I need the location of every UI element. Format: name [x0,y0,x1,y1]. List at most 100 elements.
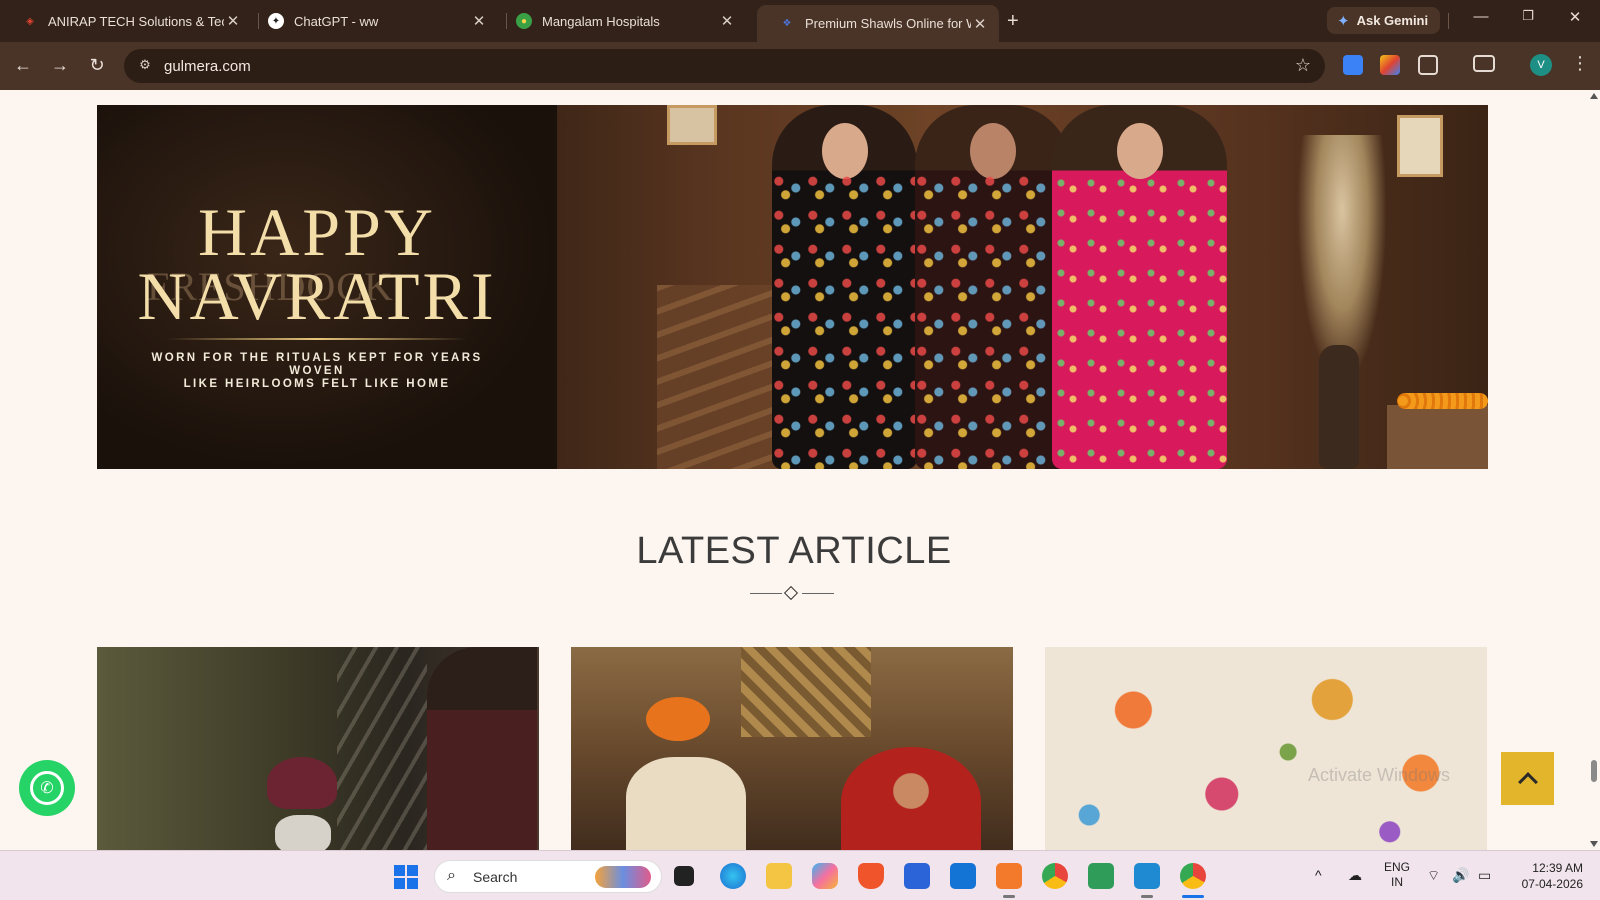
woman-red-dupatta [841,747,981,850]
model-mens-paisley-kurta [915,105,1070,469]
close-icon[interactable]: ✕ [470,12,488,30]
chrome-profile-icon[interactable] [1180,863,1206,889]
banner-headline-navratri: NAVRATRI [137,258,497,334]
file-explorer-icon[interactable] [766,863,792,889]
floral-embroidery-pattern [1045,647,1487,850]
marigold-flowers-image [1397,393,1488,409]
region-code: IN [1391,875,1403,889]
floral-embroidery [1052,170,1227,469]
laravel-icon: ◈ [26,15,34,27]
taskbar-search-label: Search [473,869,518,885]
article-card-1-image[interactable] [97,647,539,850]
divider-line [802,593,834,594]
show-hidden-icons-chevron[interactable]: ^ [1315,867,1322,883]
tab-search-icon[interactable] [1473,55,1495,72]
language-indicator[interactable]: ENG IN [1384,860,1410,890]
close-icon[interactable]: ✕ [224,12,242,30]
battery-icon[interactable]: ▭ [1478,867,1491,884]
back-arrow-icon[interactable]: ← [12,55,34,76]
tab-mangalam-hospitals[interactable]: ● Mangalam Hospitals ✕ [494,6,746,36]
vscode-icon[interactable] [1134,863,1160,889]
orange-turban [646,697,710,741]
floral-embroidery [772,170,917,469]
diamond-icon [783,585,799,601]
gulmera-logo-icon: ❖ [782,18,792,29]
scroll-down-arrow-icon[interactable] [1590,841,1598,847]
xampp-icon[interactable] [996,863,1022,889]
navratri-banner[interactable]: FRESHDOCK HAPPY NAVRATRI WORN FOR THE RI… [97,105,1488,469]
extension-colorpicker-icon[interactable] [1380,55,1400,75]
banner-subtitle-line1: WORN FOR THE RITUALS KEPT FOR YEARS WOVE… [151,352,483,377]
new-tab-button[interactable]: + [1007,10,1019,33]
divider-line [750,593,782,594]
extensions-puzzle-icon[interactable] [1418,55,1438,75]
scroll-up-arrow-icon[interactable] [1590,93,1598,99]
volume-icon[interactable]: 🔊 [1452,867,1469,884]
reload-icon[interactable]: ↻ [86,55,108,76]
close-icon[interactable]: ✕ [971,15,989,33]
browser-toolbar: ← → ↻ ⚙ gulmera.com ☆ V ⋮ [0,42,1600,90]
scrollbar-thumb[interactable] [1591,760,1597,782]
bookmark-star-icon[interactable]: ☆ [1295,55,1311,76]
latest-article-heading: LATEST ARTICLE [636,530,952,572]
address-bar[interactable]: ⚙ gulmera.com ☆ [124,49,1325,83]
taskbar-search[interactable]: ⌕ Search [434,860,662,893]
whatsapp-chat-button[interactable]: ✆ [19,760,75,816]
chevron-up-icon [1517,771,1538,792]
page-scrollbar[interactable] [1588,90,1600,850]
extension-docs-icon[interactable] [1343,55,1363,75]
wall-frame-image [667,105,717,145]
search-highlight-art [595,866,651,888]
wall-frame-image [1397,115,1443,177]
tab-premium-shawls[interactable]: ❖ Premium Shawls Online for Wor ✕ [757,5,999,42]
network-tool-icon[interactable] [1088,863,1114,889]
wifi-icon[interactable]: ⌔ [1427,867,1440,885]
window-close-icon[interactable]: ✕ [1563,8,1587,26]
edge-browser-icon[interactable] [720,863,746,889]
copilot-icon[interactable] [812,863,838,889]
tab-anirap-tech[interactable]: ◈ ANIRAP TECH Solutions & Tech ✕ [0,6,252,36]
tab-chatgpt[interactable]: ✦ ChatGPT - ww ✕ [246,6,498,36]
running-indicator [1003,895,1015,898]
url-text[interactable]: gulmera.com [164,58,251,75]
active-app-indicator [1182,895,1204,898]
close-icon[interactable]: ✕ [718,12,736,30]
language-code: ENG [1384,860,1411,874]
model-black-kurta [772,105,917,469]
ask-gemini-button[interactable]: ✦ Ask Gemini [1327,7,1441,34]
minimize-icon[interactable]: — [1469,8,1493,25]
article-card-3-image[interactable] [1045,647,1487,850]
ask-gemini-label: Ask Gemini [1356,13,1429,28]
onedrive-cloud-icon[interactable]: ☁ [1348,867,1362,884]
clock-time: 12:39 AM [1532,861,1583,875]
scroll-to-top-button[interactable] [1501,752,1554,805]
banner-text-block: HAPPY NAVRATRI WORN FOR THE RITUALS KEPT… [127,194,507,391]
sideboard-image [1387,405,1488,469]
banner-subtitle: WORN FOR THE RITUALS KEPT FOR YEARS WOVE… [127,352,507,391]
banner-headline-happy: HAPPY [198,194,436,270]
page-viewport: FRESHDOCK HAPPY NAVRATRI WORN FOR THE RI… [0,90,1588,850]
embroidered-robe [741,647,871,737]
chrome-icon[interactable] [1042,863,1068,889]
vase-image [1319,345,1359,469]
article-card-2-image[interactable] [571,647,1013,850]
microsoft-store-icon[interactable] [904,863,930,889]
hospital-logo-icon: ● [516,13,532,29]
task-view-icon[interactable] [674,866,694,886]
clock-date: 07-04-2026 [1521,877,1583,891]
paisley-embroidery [915,170,1070,469]
outlook-icon[interactable] [950,863,976,889]
model-pink-kurta [1052,105,1227,469]
profile-avatar[interactable]: V [1530,54,1552,76]
system-clock[interactable]: 12:39 AM 07-04-2026 [1513,860,1583,892]
tab-title: ANIRAP TECH Solutions & Tech [48,13,224,29]
forward-arrow-icon[interactable]: → [49,55,71,76]
restore-icon[interactable]: ❐ [1516,8,1540,24]
brave-browser-icon[interactable] [858,863,884,889]
site-settings-icon[interactable]: ⚙ [136,57,154,75]
windows-start-icon[interactable] [394,865,418,889]
whatsapp-icon: ✆ [30,771,64,805]
menu-kebab-icon[interactable]: ⋮ [1571,53,1589,74]
search-icon: ⌕ [447,867,456,884]
beard [275,815,331,850]
